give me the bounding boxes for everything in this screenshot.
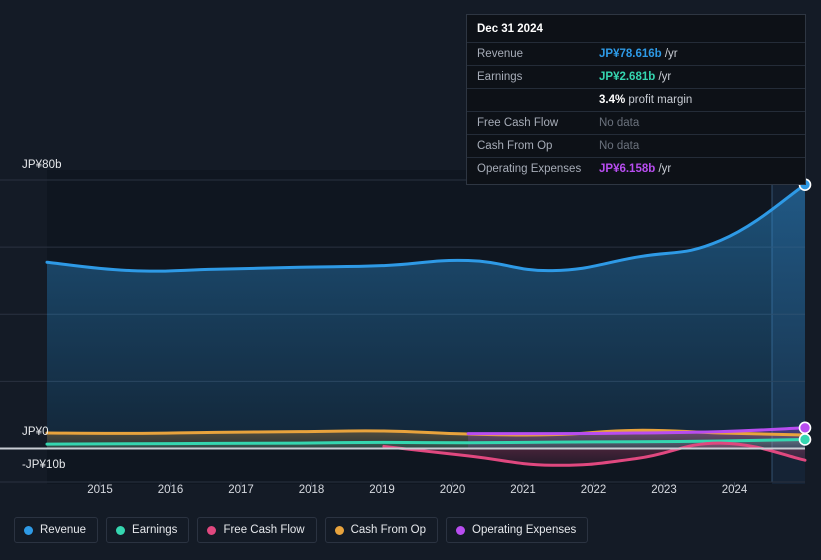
chart-tooltip: Dec 31 2024 Revenue JP¥78.616b /yr Earning… <box>466 14 806 185</box>
legend-color-dot-icon <box>24 525 33 535</box>
tooltip-row-unit: profit margin <box>625 94 693 106</box>
tooltip-row-value: JP¥2.681b /yr <box>599 71 671 83</box>
y-axis-label-zero: JP¥0 <box>22 426 49 438</box>
x-axis-tick-2017: 2017 <box>228 484 254 496</box>
tooltip-row-amount: No data <box>599 117 640 129</box>
legend-item-label: Cash From Op <box>350 524 427 536</box>
legend-item-cash-from-op[interactable]: Cash From Op <box>324 517 439 543</box>
tooltip-row-amount: 3.4% <box>599 94 626 106</box>
tooltip-row-amount: JP¥2.681b <box>599 71 656 83</box>
tooltip-row: 3.4% profit margin <box>467 88 805 111</box>
x-axis-tick-2019: 2019 <box>369 484 395 496</box>
series-endpoint-marker <box>798 433 812 446</box>
legend-color-dot-icon <box>207 525 217 535</box>
legend-item-label: Operating Expenses <box>472 524 577 536</box>
x-axis-tick-2018: 2018 <box>298 484 325 496</box>
tooltip-row-value: JP¥6.158b /yr <box>599 163 671 175</box>
legend-color-dot-icon <box>116 525 126 535</box>
legend-color-dot-icon <box>456 525 466 535</box>
tooltip-row: Revenue JP¥78.616b /yr <box>467 42 805 65</box>
legend-item-earnings[interactable]: Earnings <box>106 517 190 543</box>
x-axis-tick-2023: 2023 <box>651 484 677 496</box>
x-axis-tick-2021: 2021 <box>510 484 536 496</box>
tooltip-row-unit: /yr <box>661 48 678 60</box>
series-endpoint-marker <box>798 421 812 435</box>
tooltip-rows: Revenue JP¥78.616b /yr Earnings JP¥2.681b /… <box>467 42 805 180</box>
x-axis-tick-2015: 2015 <box>87 484 113 496</box>
legend-item-label: Earnings <box>132 524 178 536</box>
legend-item-label: Free Cash Flow <box>223 524 305 536</box>
tooltip-row: Cash From Op No data <box>467 134 805 157</box>
y-axis-label-bottom: -JP¥10b <box>22 459 66 471</box>
x-axis-tick-2016: 2016 <box>157 484 184 496</box>
legend-color-dot-icon <box>334 525 344 535</box>
tooltip-row-amount: No data <box>599 140 640 152</box>
tooltip-row-amount: JP¥78.616b <box>599 48 662 60</box>
tooltip-row-label: Operating Expenses <box>477 163 582 175</box>
tooltip-row: Free Cash Flow No data <box>467 111 805 134</box>
tooltip-date: Dec 31 2024 <box>477 23 543 35</box>
tooltip-row: Operating Expenses JP¥6.158b /yr <box>467 157 805 180</box>
legend-item-operating-expenses[interactable]: Operating Expenses <box>446 517 589 543</box>
tooltip-row-label: Earnings <box>477 71 523 83</box>
chart-legend: Revenue Earnings Free Cash Flow Cash From O… <box>14 517 589 543</box>
tooltip-row-value: No data <box>599 117 639 129</box>
x-axis-tick-2020: 2020 <box>439 484 466 496</box>
tooltip-row-label: Free Cash Flow <box>477 117 559 129</box>
legend-item-free-cash-flow[interactable]: Free Cash Flow <box>197 517 317 543</box>
x-axis-tick-2022: 2022 <box>580 484 607 496</box>
legend-item-label: Revenue <box>40 524 87 536</box>
tooltip-row-amount: JP¥6.158b <box>599 163 656 175</box>
tooltip-row-unit: /yr <box>655 71 672 83</box>
y-axis-label-top: JP¥80b <box>22 159 62 171</box>
tooltip-row-value: No data <box>599 140 639 152</box>
tooltip-row-value: 3.4% profit margin <box>599 94 692 106</box>
legend-item-revenue[interactable]: Revenue <box>14 517 99 543</box>
tooltip-row-unit: /yr <box>655 163 672 175</box>
tooltip-row-label: Cash From Op <box>477 140 553 152</box>
tooltip-row: Earnings JP¥2.681b /yr <box>467 65 805 88</box>
tooltip-row-label: Revenue <box>477 48 524 60</box>
x-axis-tick-2024: 2024 <box>721 484 748 496</box>
tooltip-row-value: JP¥78.616b /yr <box>599 48 678 60</box>
